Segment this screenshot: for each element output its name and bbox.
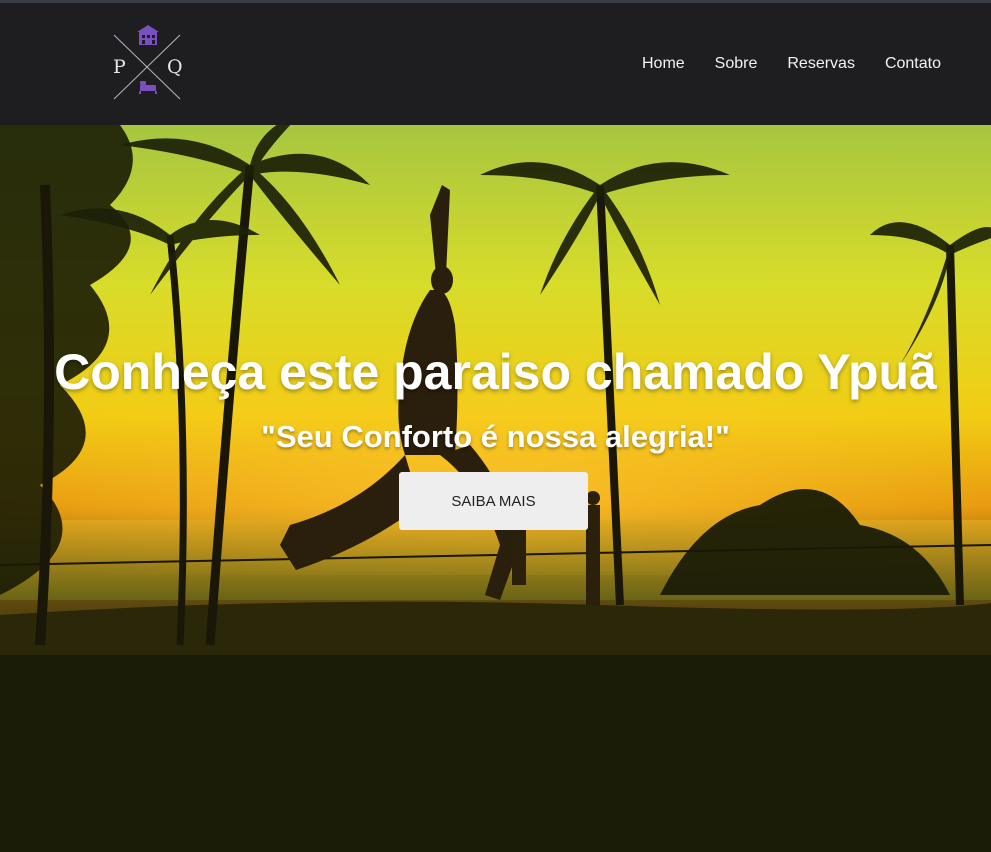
site-header: P Q Home Sobre Reservas Contato: [0, 3, 991, 125]
logo-letter-q: Q: [167, 56, 183, 78]
hero-subtitle: "Seu Conforto é nossa alegria!": [261, 419, 730, 454]
nav-home[interactable]: Home: [642, 55, 685, 73]
nav-reservas[interactable]: Reservas: [787, 55, 855, 73]
nav-sobre[interactable]: Sobre: [715, 55, 758, 73]
nav-contato[interactable]: Contato: [885, 55, 941, 73]
hero-title: Conheça este paraiso chamado Ypuã: [54, 344, 937, 400]
bed-icon: [139, 81, 157, 94]
logo-letter-p: P: [113, 56, 126, 78]
main-nav: Home Sobre Reservas Contato: [642, 55, 941, 73]
site-logo[interactable]: P Q: [110, 23, 186, 103]
page-bottom-area: [0, 655, 991, 852]
saiba-mais-button[interactable]: SAIBA MAIS: [399, 472, 588, 530]
hero-section: Conheça este paraiso chamado Ypuã "Seu C…: [0, 125, 991, 655]
building-icon: [137, 25, 159, 45]
